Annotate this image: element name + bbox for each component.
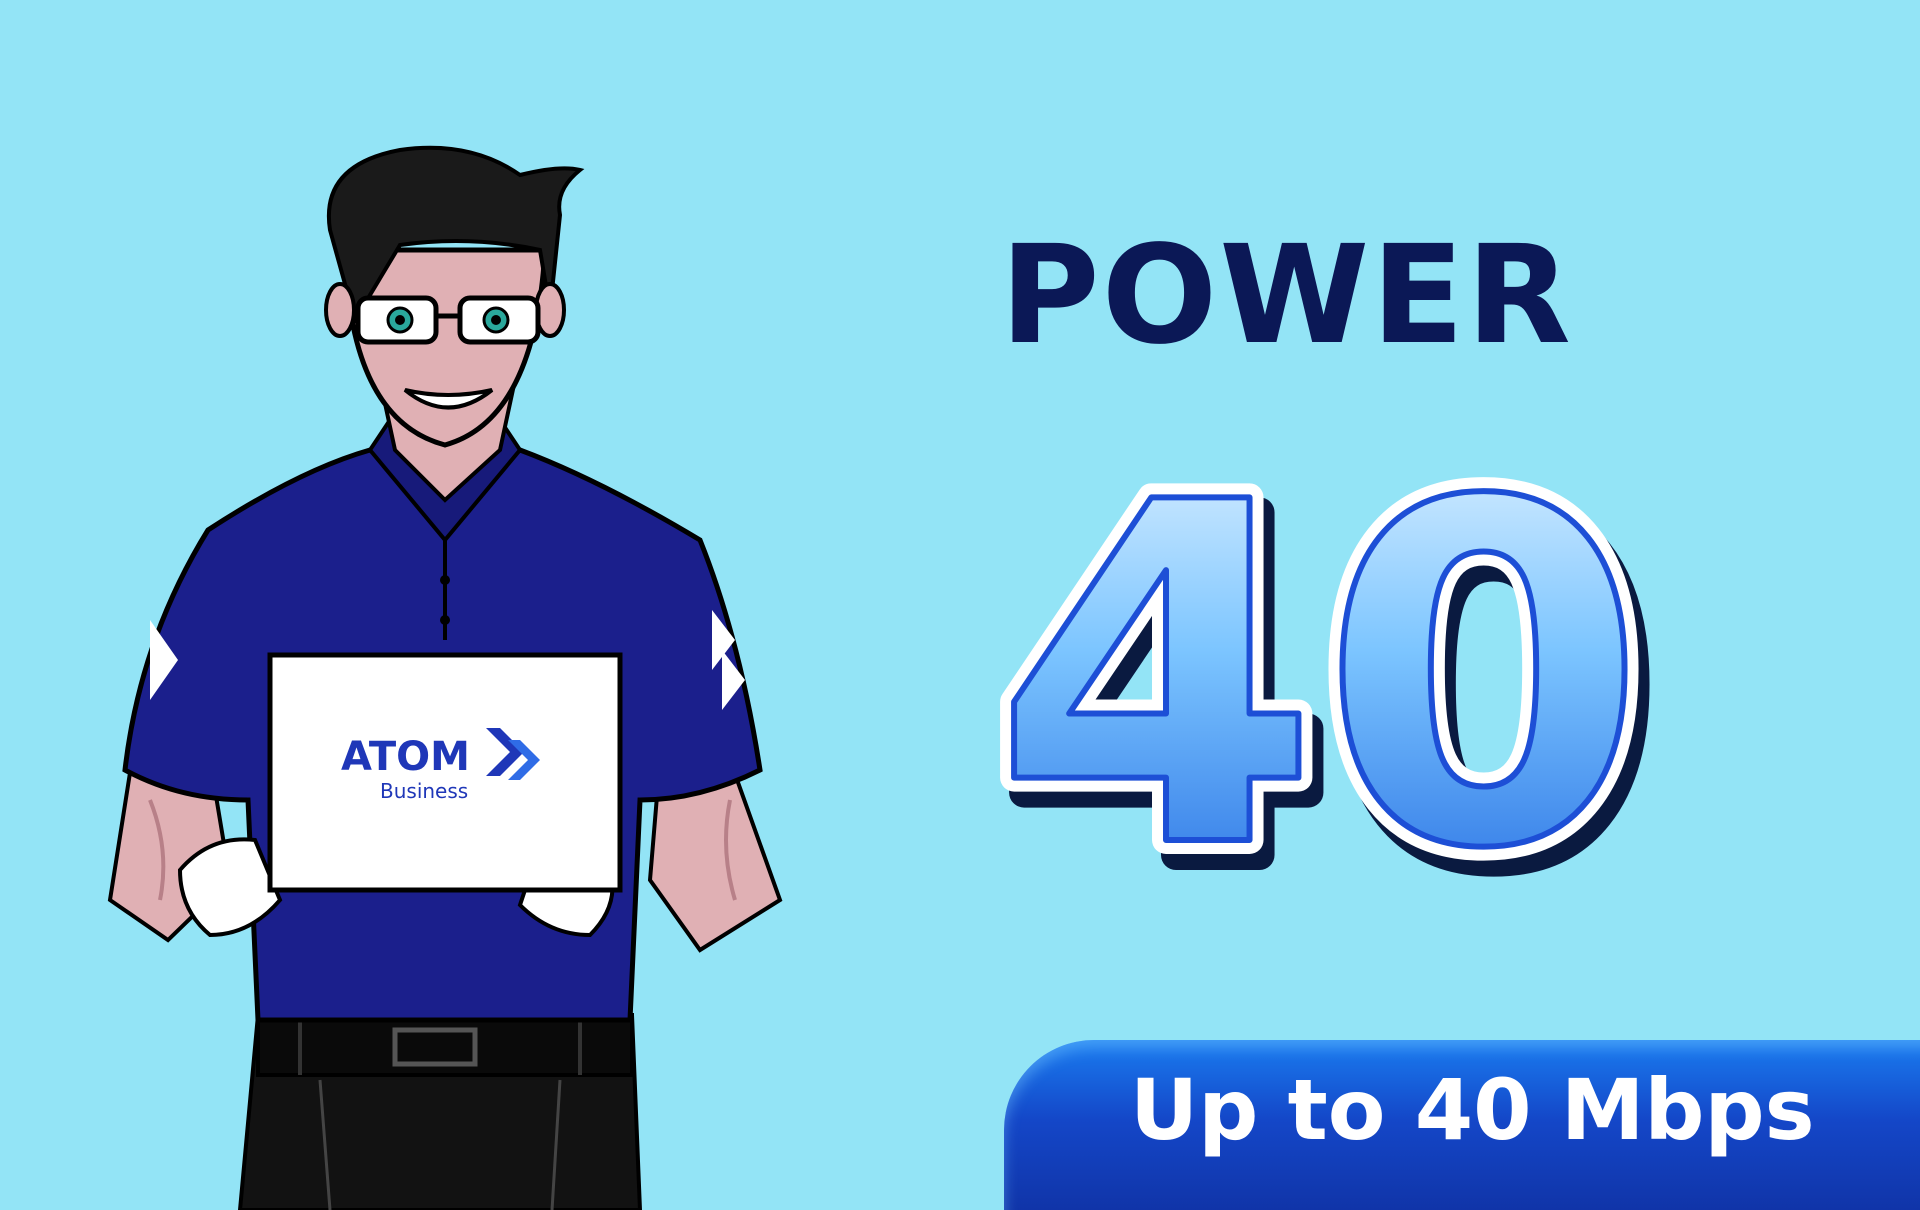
head [324, 145, 585, 448]
laptop: ATOM Business [267, 652, 623, 893]
big-number-40: 40 40 40 [979, 400, 1672, 920]
brand-tagline: Business [380, 779, 468, 803]
headline-power: POWER [1000, 217, 1573, 375]
brand-name: ATOM [341, 734, 470, 780]
big-number-face: 40 [993, 404, 1647, 920]
promo-banner: ATOM Business POWER 40 40 40 Up to 40 Mb… [0, 0, 1920, 1210]
trousers [237, 1013, 643, 1210]
speed-label: Up to 40 Mbps [1130, 1061, 1815, 1159]
